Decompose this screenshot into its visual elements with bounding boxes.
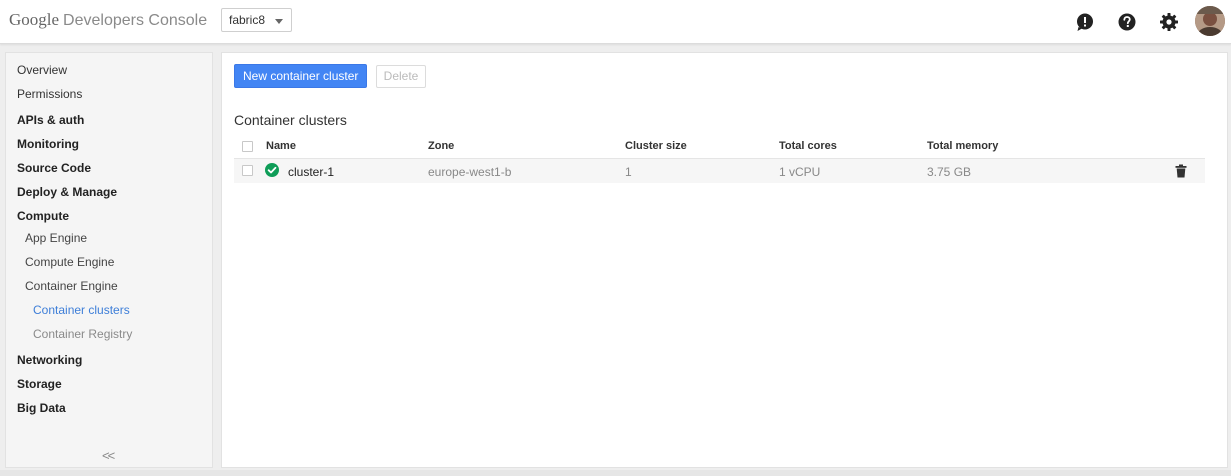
sidebar-item-deploy-manage[interactable]: Deploy & Manage	[17, 185, 117, 199]
cluster-memory: 3.75 GB	[927, 165, 972, 179]
table-header: Name Zone Cluster size Total cores Total…	[234, 137, 1205, 159]
trash-icon[interactable]	[1175, 164, 1187, 178]
brand-google: Google	[9, 10, 60, 29]
sidebar-item-source-code[interactable]: Source Code	[17, 161, 91, 175]
chevron-down-icon	[275, 19, 283, 24]
column-header-cluster-size[interactable]: Cluster size	[625, 140, 687, 152]
status-ok-icon	[265, 163, 279, 177]
sidebar-item-big-data[interactable]: Big Data	[17, 401, 66, 415]
column-header-total-memory[interactable]: Total memory	[927, 140, 998, 152]
cluster-zone: europe-west1-b	[428, 165, 512, 179]
cluster-size: 1	[625, 165, 632, 179]
column-header-total-cores[interactable]: Total cores	[779, 140, 837, 152]
sidebar-item-storage[interactable]: Storage	[17, 377, 62, 391]
sidebar-item-container-registry[interactable]: Container Registry	[33, 327, 132, 341]
settings-icon[interactable]	[1159, 12, 1179, 32]
bottom-strip	[0, 470, 1231, 476]
top-bar: Google Developers Console fabric8	[0, 0, 1231, 44]
clusters-table: Name Zone Cluster size Total cores Total…	[234, 137, 1205, 183]
user-photo-icon	[1195, 6, 1225, 36]
cluster-name-link[interactable]: cluster-1	[288, 165, 334, 179]
sidebar-item-overview[interactable]: Overview	[17, 63, 67, 77]
column-header-name[interactable]: Name	[266, 140, 296, 152]
sidebar-item-compute[interactable]: Compute	[17, 209, 69, 223]
brand-logo[interactable]: Google Developers Console	[9, 10, 207, 30]
delete-button[interactable]: Delete	[376, 65, 426, 88]
sidebar-item-app-engine[interactable]: App Engine	[25, 231, 87, 245]
avatar[interactable]	[1195, 6, 1225, 36]
sidebar-item-container-clusters[interactable]: Container clusters	[33, 303, 130, 317]
page-title: Container clusters	[234, 112, 347, 128]
brand-product: Developers Console	[63, 12, 208, 29]
main-panel: New container cluster Delete Container c…	[221, 52, 1228, 468]
select-all-checkbox[interactable]	[242, 141, 253, 152]
project-name: fabric8	[229, 13, 266, 27]
new-container-cluster-button[interactable]: New container cluster	[234, 64, 368, 88]
sidebar-item-compute-engine[interactable]: Compute Engine	[25, 255, 114, 269]
sidebar-item-monitoring[interactable]: Monitoring	[17, 137, 79, 151]
table-row[interactable]: cluster-1 europe-west1-b 1 1 vCPU 3.75 G…	[234, 159, 1205, 183]
row-checkbox[interactable]	[242, 165, 253, 176]
sidebar-item-container-engine[interactable]: Container Engine	[25, 279, 118, 293]
sidebar-item-apis-auth[interactable]: APIs & auth	[17, 113, 84, 127]
feedback-icon[interactable]	[1075, 12, 1095, 32]
collapse-sidebar-button[interactable]: <<	[102, 448, 115, 463]
cluster-cores: 1 vCPU	[779, 165, 821, 179]
project-selector[interactable]: fabric8	[221, 8, 292, 32]
sidebar: Overview Permissions APIs & auth Monitor…	[5, 52, 213, 468]
sidebar-item-permissions[interactable]: Permissions	[17, 87, 82, 101]
help-icon[interactable]	[1117, 12, 1137, 32]
sidebar-item-networking[interactable]: Networking	[17, 353, 82, 367]
column-header-zone[interactable]: Zone	[428, 140, 454, 152]
